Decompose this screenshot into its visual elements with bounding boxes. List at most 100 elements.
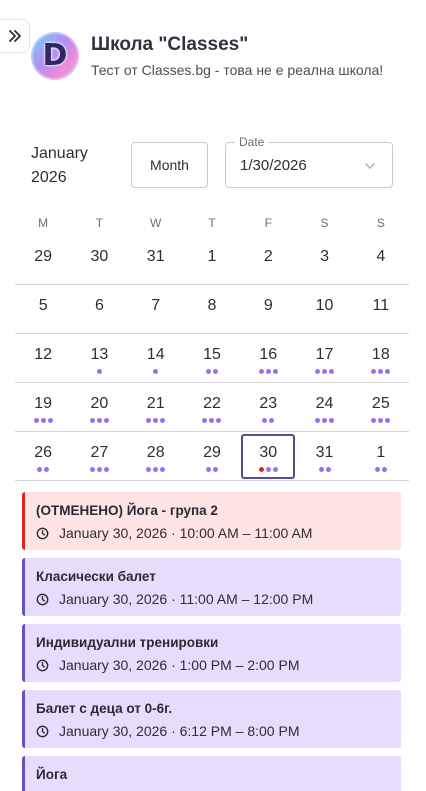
day-number: 19 <box>34 395 53 412</box>
event-dot <box>269 418 275 423</box>
event-dot <box>103 467 109 472</box>
calendar-day[interactable]: 31 <box>296 432 352 480</box>
event-dot <box>103 418 109 423</box>
event-dots <box>71 418 127 423</box>
event-card[interactable]: Балет с деца от 0-6г. January 30, 2026 · … <box>22 690 401 748</box>
calendar-day[interactable]: 6 <box>71 285 127 333</box>
school-logo: D <box>31 32 79 80</box>
day-number: 8 <box>207 297 217 314</box>
day-number: 2 <box>263 248 273 265</box>
event-dot <box>265 467 271 472</box>
calendar-day[interactable]: 14 <box>128 334 184 382</box>
event-dot <box>329 418 335 423</box>
event-dot <box>272 369 278 374</box>
calendar-day[interactable]: 25 <box>353 383 409 431</box>
calendar-day[interactable]: 1 <box>184 236 240 284</box>
event-card-cancelled[interactable]: (ОТМЕНЕНО) Йога - група 2 January 30, 202… <box>22 492 401 550</box>
calendar-day[interactable]: 2 <box>240 236 296 284</box>
calendar-day[interactable]: 20 <box>71 383 127 431</box>
event-dot <box>322 418 328 423</box>
event-dot <box>44 467 50 472</box>
calendar-day[interactable]: 23 <box>240 383 296 431</box>
school-info: Школа "Classes" Тест от Classes.bg - тов… <box>91 32 383 80</box>
event-dot <box>205 467 211 472</box>
calendar-day[interactable]: 15 <box>184 334 240 382</box>
view-mode-button[interactable]: Month <box>131 142 208 188</box>
event-card[interactable]: Индивидуални тренировки January 30, 2026 … <box>22 624 401 682</box>
calendar-day[interactable]: 28 <box>128 432 184 480</box>
calendar-day[interactable]: 8 <box>184 285 240 333</box>
calendar-week-row: 12 13 14 15 16 17 18 <box>15 334 409 383</box>
expand-sidebar-button[interactable] <box>0 19 30 53</box>
day-number: 25 <box>371 395 390 412</box>
calendar-grid: 29 30 31 1 2 3 4 5 6 7 8 9 10 11 12 13 14 15 16 17 18 19 20 21 2… <box>15 236 409 481</box>
event-dots <box>184 418 240 423</box>
event-title: Индивидуални тренировки <box>36 635 219 650</box>
calendar-day[interactable]: 16 <box>240 334 296 382</box>
event-dots <box>353 418 409 423</box>
calendar-day[interactable]: 10 <box>296 285 352 333</box>
calendar-day[interactable]: 22 <box>184 383 240 431</box>
event-dot <box>216 418 222 423</box>
calendar-day[interactable]: 21 <box>128 383 184 431</box>
event-dot <box>374 467 380 472</box>
event-dot <box>381 467 387 472</box>
calendar-day[interactable]: 5 <box>15 285 71 333</box>
calendar-day[interactable]: 27 <box>71 432 127 480</box>
event-dots <box>128 418 184 423</box>
calendar-day[interactable]: 24 <box>296 383 352 431</box>
event-dot <box>160 467 166 472</box>
calendar-day[interactable]: 26 <box>15 432 71 480</box>
calendar-day[interactable]: 17 <box>296 334 352 382</box>
event-card[interactable]: Йога <box>22 756 401 791</box>
day-number: 3 <box>320 248 329 265</box>
calendar-day[interactable]: 7 <box>128 285 184 333</box>
event-dots <box>128 369 184 374</box>
event-time-row: January 30, 2026 · 11:00 AM – 12:00 PM <box>36 590 313 608</box>
calendar-day[interactable]: 30 <box>71 236 127 284</box>
calendar-day[interactable]: 19 <box>15 383 71 431</box>
event-dots <box>353 369 409 374</box>
day-number: 30 <box>90 248 109 265</box>
event-dots <box>296 467 352 472</box>
event-dots <box>353 467 409 472</box>
calendar-day[interactable]: 29 <box>184 432 240 480</box>
event-dot <box>329 369 335 374</box>
event-dot <box>146 418 152 423</box>
event-dot <box>96 418 102 423</box>
calendar-day[interactable]: 1 <box>353 432 409 480</box>
weekday-label: M <box>38 216 49 230</box>
calendar-day[interactable]: 12 <box>15 334 71 382</box>
event-dot <box>212 369 218 374</box>
calendar-day[interactable]: 31 <box>128 236 184 284</box>
event-dots <box>296 418 352 423</box>
day-number: 27 <box>90 444 109 461</box>
calendar-day[interactable]: 13 <box>71 334 127 382</box>
event-dot <box>153 418 159 423</box>
date-picker-field[interactable]: Date 1/30/2026 <box>225 135 393 188</box>
event-dots <box>296 369 352 374</box>
calendar-day[interactable]: 4 <box>353 236 409 284</box>
event-time: January 30, 2026 · 1:00 PM – 2:00 PM <box>59 657 300 673</box>
day-number: 31 <box>146 248 165 265</box>
weekday-label: S <box>376 216 385 230</box>
calendar-day[interactable]: 18 <box>353 334 409 382</box>
chevron-down-icon[interactable] <box>364 160 376 172</box>
clock-icon <box>36 593 49 605</box>
calendar-day[interactable]: 29 <box>15 236 71 284</box>
event-dot <box>325 467 331 472</box>
event-dot <box>153 369 159 374</box>
event-title: Балет с деца от 0-6г. <box>36 701 173 716</box>
calendar-day[interactable]: 11 <box>353 285 409 333</box>
day-number: 29 <box>203 444 221 461</box>
event-time-row: January 30, 2026 · 6:12 PM – 8:00 PM <box>36 722 299 740</box>
calendar-day[interactable]: 9 <box>240 285 296 333</box>
calendar-day[interactable]: 3 <box>296 236 352 284</box>
clock-icon <box>36 659 49 671</box>
event-dots <box>240 418 296 423</box>
event-card[interactable]: Класически балет January 30, 2026 · 11:00… <box>22 558 401 616</box>
calendar-day-selected[interactable]: 30 <box>240 432 296 480</box>
event-dot <box>33 418 39 423</box>
month-label: January 2026 <box>31 145 88 186</box>
event-dot <box>89 418 95 423</box>
